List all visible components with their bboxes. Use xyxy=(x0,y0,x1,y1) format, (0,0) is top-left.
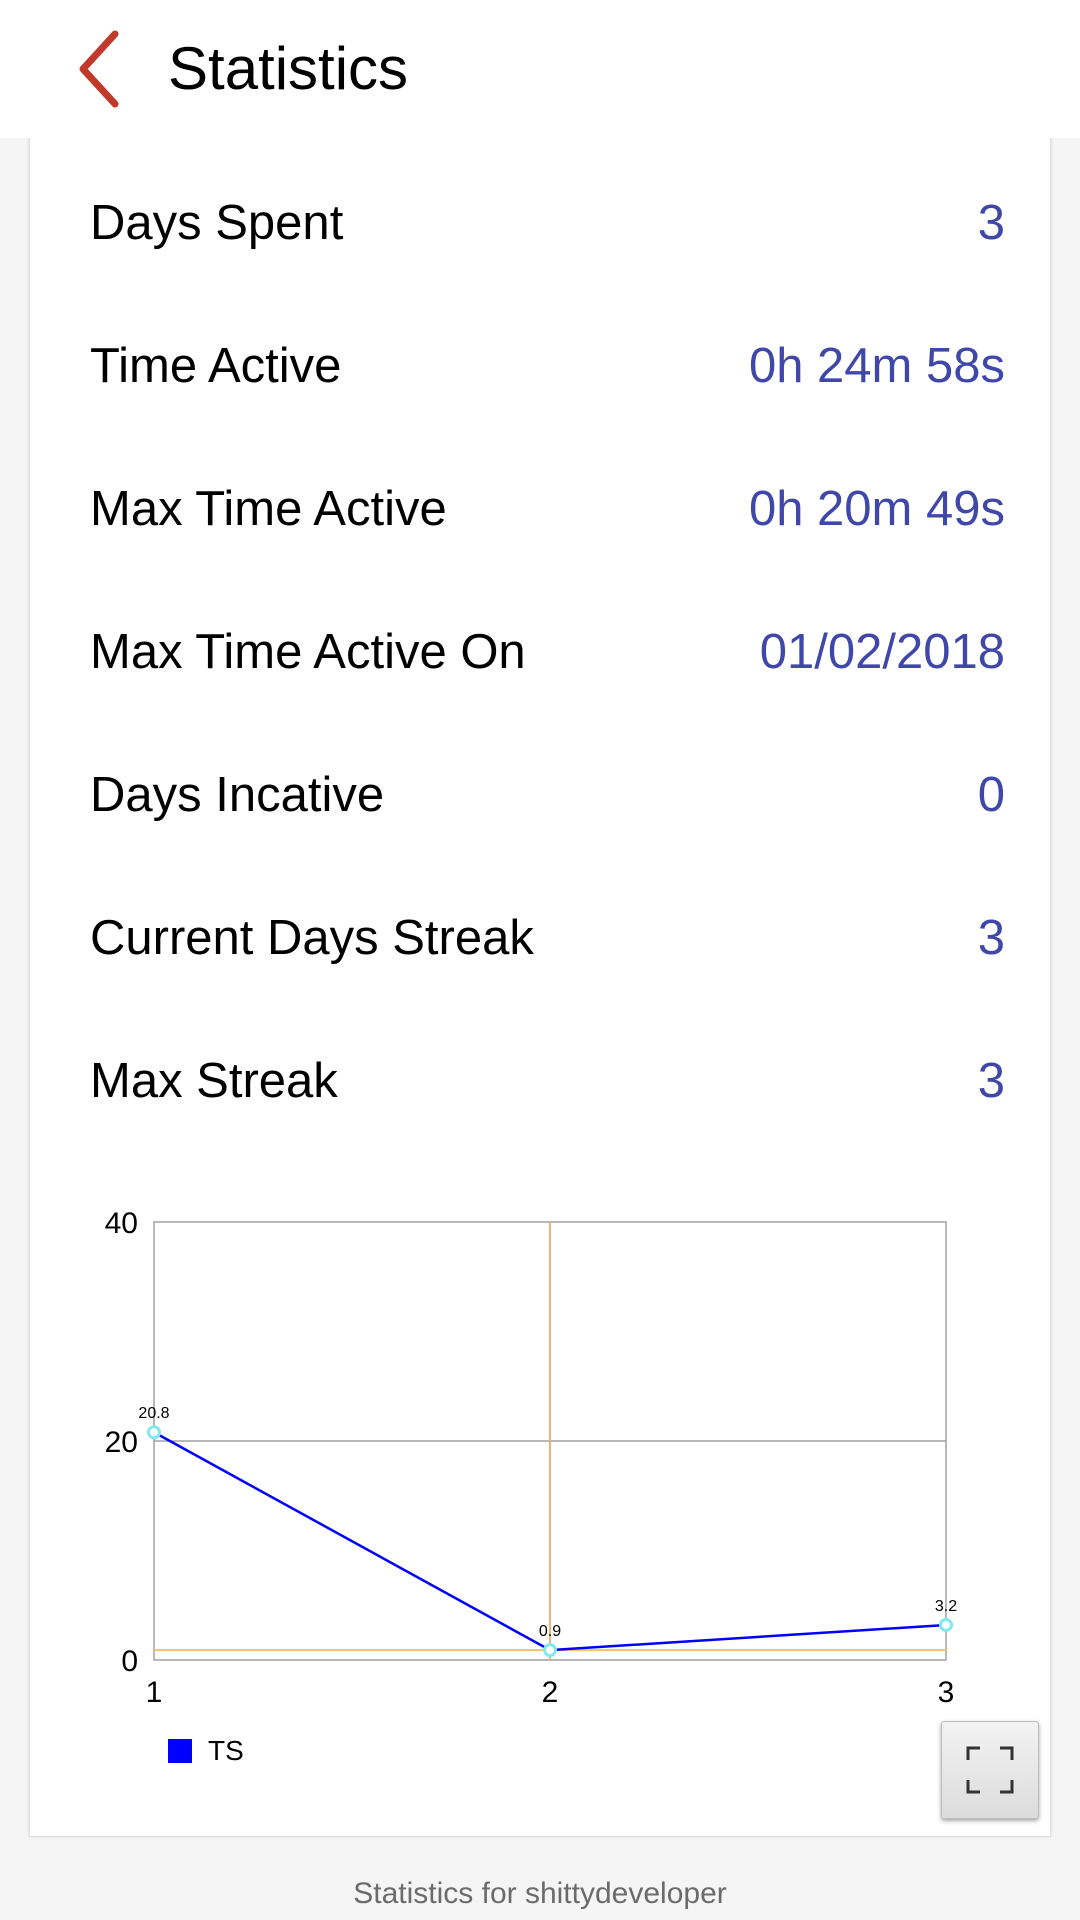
legend-swatch xyxy=(168,1739,192,1763)
stat-row-max-time-active: Max Time Active 0h 20m 49s xyxy=(90,474,1005,544)
stat-label: Days Incative xyxy=(90,768,385,822)
stat-row-days-inactive: Days Incative 0 xyxy=(90,760,1005,830)
stat-value: 01/02/2018 xyxy=(759,625,1005,679)
stat-value: 3 xyxy=(977,196,1005,250)
app-bar: Statistics xyxy=(0,0,1080,138)
stat-label: Max Time Active xyxy=(90,482,447,536)
stat-row-time-active: Time Active 0h 24m 58s xyxy=(90,331,1005,401)
stat-label: Max Streak xyxy=(90,1054,338,1108)
fullscreen-button[interactable] xyxy=(941,1721,1039,1819)
back-button[interactable] xyxy=(60,26,140,112)
legend-label: TS xyxy=(208,1735,244,1766)
statistics-card: Days Spent 3 Time Active 0h 24m 58s Max … xyxy=(30,138,1050,1836)
chevron-left-icon xyxy=(79,30,119,108)
footer-caption: Statistics for shittydeveloper xyxy=(353,1877,727,1910)
stat-label: Max Time Active On xyxy=(90,625,526,679)
stat-value: 0h 20m 49s xyxy=(748,482,1005,536)
stat-label: Current Days Streak xyxy=(90,911,534,965)
stat-row-max-time-active-on: Max Time Active On 01/02/2018 xyxy=(90,617,1005,687)
stat-label: Time Active xyxy=(90,339,342,393)
stat-value: 0h 24m 58s xyxy=(748,339,1005,393)
stat-value: 0 xyxy=(977,768,1005,822)
chart-legend: TS xyxy=(168,1733,244,1769)
stat-label: Days Spent xyxy=(90,196,344,250)
stat-row-current-days-streak: Current Days Streak 3 xyxy=(90,903,1005,973)
page-title: Statistics xyxy=(168,35,409,102)
stat-value: 3 xyxy=(977,1054,1005,1108)
stat-row-max-streak: Max Streak 3 xyxy=(90,1046,1005,1116)
stat-value: 3 xyxy=(977,911,1005,965)
stat-row-days-spent: Days Spent 3 xyxy=(90,188,1005,258)
fullscreen-icon xyxy=(966,1746,1014,1794)
